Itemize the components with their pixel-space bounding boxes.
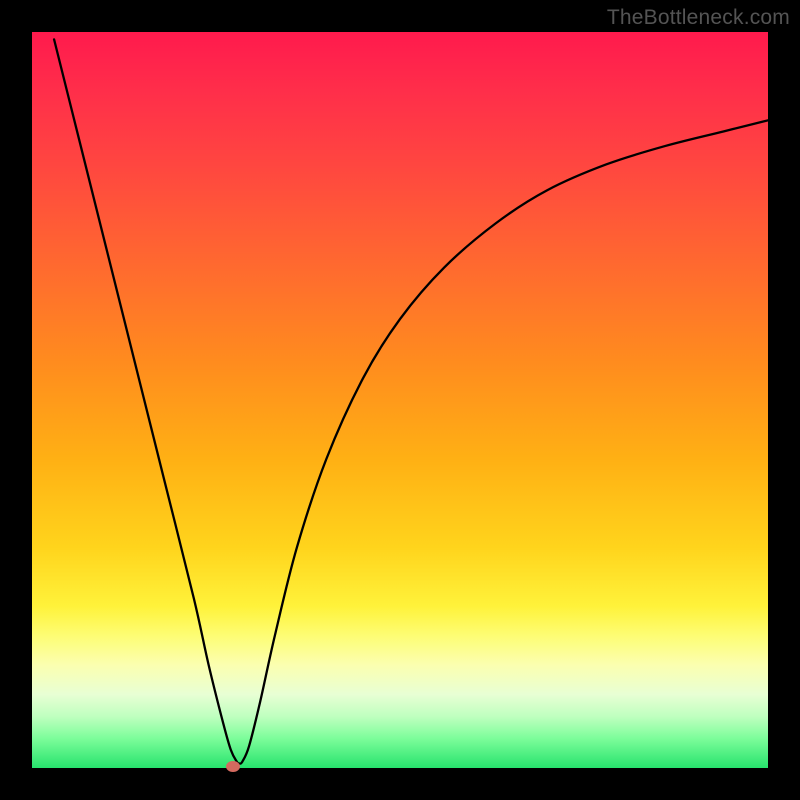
curve-layer [32, 32, 768, 768]
chart-container: TheBottleneck.com [0, 0, 800, 800]
bottleneck-curve [54, 39, 768, 763]
optimal-point-marker [226, 761, 240, 772]
watermark-text: TheBottleneck.com [607, 6, 790, 30]
plot-area [32, 32, 768, 768]
